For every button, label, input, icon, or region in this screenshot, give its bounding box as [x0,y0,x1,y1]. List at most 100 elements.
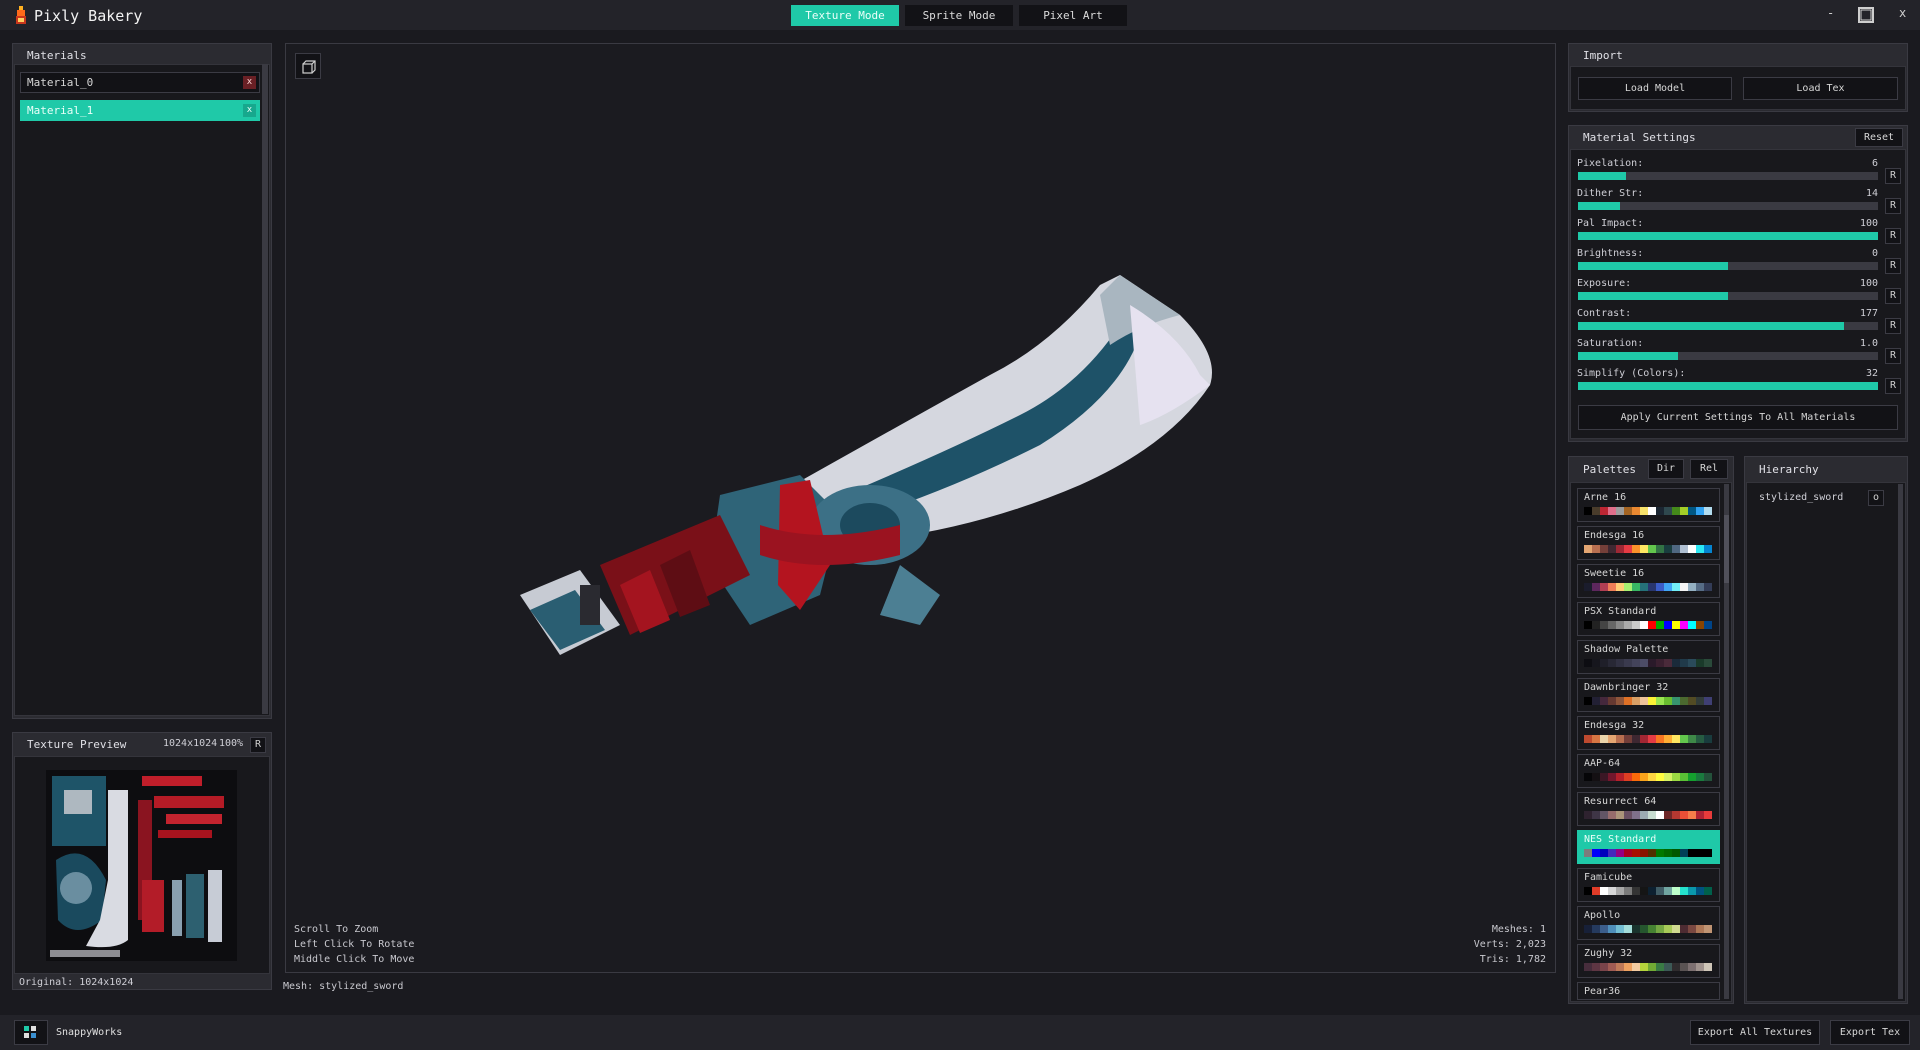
slider-track[interactable] [1578,322,1878,330]
slider-track[interactable] [1578,292,1878,300]
viewport-stats: Meshes: 1 Verts: 2,023 Tris: 1,782 [1446,922,1546,967]
palette-swatches [1584,773,1712,781]
slider-reset-button[interactable]: R [1885,198,1901,214]
slider-track[interactable] [1578,382,1878,390]
color-swatch [1704,659,1712,667]
palette-item[interactable]: AAP-64 [1577,754,1720,788]
palette-item[interactable]: Pear36 [1577,982,1720,1000]
load-model-button[interactable]: Load Model [1578,77,1732,100]
hierarchy-scrollbar[interactable] [1898,484,1903,999]
stat-tris: Tris: 1,782 [1479,954,1546,965]
color-swatch [1696,849,1704,857]
palette-item[interactable]: Dawnbringer 32 [1577,678,1720,712]
palette-item[interactable]: Sweetie 16 [1577,564,1720,598]
palette-item[interactable]: Apollo [1577,906,1720,940]
palette-item[interactable]: Zughy 32 [1577,944,1720,978]
palette-scrollbar-thumb[interactable] [1724,515,1729,583]
palette-item[interactable]: NES Standard [1577,830,1720,864]
material-item-selected[interactable]: Material_1 x [20,100,260,121]
color-swatch [1632,507,1640,515]
palette-reload-button[interactable]: Rel [1690,459,1728,479]
apply-all-button[interactable]: Apply Current Settings To All Materials [1578,405,1898,430]
slider-track[interactable] [1578,202,1878,210]
color-swatch [1608,887,1616,895]
visibility-toggle-button[interactable]: o [1868,490,1884,506]
sprite-mode-tab[interactable]: Sprite Mode [905,5,1013,26]
slider-track[interactable] [1578,262,1878,270]
color-swatch [1680,963,1688,971]
color-swatch [1656,545,1664,553]
app-title: Pixly Bakery [34,7,143,25]
slider-track[interactable] [1578,352,1878,360]
color-swatch [1696,735,1704,743]
color-swatch [1648,583,1656,591]
palette-item[interactable]: Resurrect 64 [1577,792,1720,826]
slider-label: Pal Impact: [1577,218,1644,229]
palette-item[interactable]: Endesga 16 [1577,526,1720,560]
color-swatch [1616,887,1624,895]
color-swatch [1632,811,1640,819]
slider-label: Brightness: [1577,248,1644,259]
color-swatch [1648,697,1656,705]
color-swatch [1648,507,1656,515]
color-swatch [1640,735,1648,743]
color-swatch [1624,697,1632,705]
materials-scrollbar[interactable] [262,64,268,714]
remove-material-button[interactable]: x [243,76,256,89]
color-swatch [1640,811,1648,819]
color-swatch [1704,773,1712,781]
palette-item[interactable]: Famicube [1577,868,1720,902]
slider-reset-button[interactable]: R [1885,258,1901,274]
hierarchy-item[interactable]: stylized_sword [1759,492,1843,503]
color-swatch [1632,963,1640,971]
minimize-button[interactable]: - [1827,6,1834,20]
load-tex-button[interactable]: Load Tex [1743,77,1898,100]
slider-value: 100 [1859,218,1878,229]
view-cube-button[interactable] [295,53,321,79]
palette-item[interactable]: Arne 16 [1577,488,1720,522]
sword-model-render [520,275,1212,655]
slider-reset-button[interactable]: R [1885,318,1901,334]
color-swatch [1648,621,1656,629]
color-swatch [1632,697,1640,705]
color-swatch [1680,773,1688,781]
color-swatch [1688,773,1696,781]
color-swatch [1592,545,1600,553]
maximize-icon[interactable] [1858,7,1874,23]
color-swatch [1624,963,1632,971]
palette-item[interactable]: Shadow Palette [1577,640,1720,674]
export-all-textures-button[interactable]: Export All Textures [1690,1020,1820,1045]
color-swatch [1648,849,1656,857]
slider-value: 14 [1865,188,1878,199]
color-swatch [1656,925,1664,933]
pixel-art-tab[interactable]: Pixel Art [1019,5,1127,26]
palette-dir-button[interactable]: Dir [1648,459,1684,479]
texture-reset-button[interactable]: R [250,737,266,753]
color-swatch [1616,773,1624,781]
materials-title: Materials [27,49,87,62]
remove-material-button[interactable]: x [243,104,256,117]
palette-item[interactable]: Endesga 32 [1577,716,1720,750]
palette-name: Dawnbringer 32 [1584,682,1669,693]
slider-track[interactable] [1578,232,1878,240]
color-swatch [1608,811,1616,819]
close-button[interactable]: x [1899,6,1906,20]
slider-reset-button[interactable]: R [1885,288,1901,304]
color-swatch [1696,963,1704,971]
color-swatch [1600,735,1608,743]
color-swatch [1608,621,1616,629]
color-swatch [1584,697,1592,705]
palette-item[interactable]: PSX Standard [1577,602,1720,636]
settings-reset-button[interactable]: Reset [1855,128,1903,147]
color-swatch [1616,583,1624,591]
slider-reset-button[interactable]: R [1885,378,1901,394]
texture-zoom-label: 100% [219,738,244,749]
slider-track[interactable] [1578,172,1878,180]
material-item[interactable]: Material_0 x [20,72,260,93]
slider-reset-button[interactable]: R [1885,168,1901,184]
color-swatch [1640,963,1648,971]
slider-reset-button[interactable]: R [1885,348,1901,364]
export-tex-button[interactable]: Export Tex [1830,1020,1910,1045]
texture-mode-tab[interactable]: Texture Mode [791,5,899,26]
slider-reset-button[interactable]: R [1885,228,1901,244]
